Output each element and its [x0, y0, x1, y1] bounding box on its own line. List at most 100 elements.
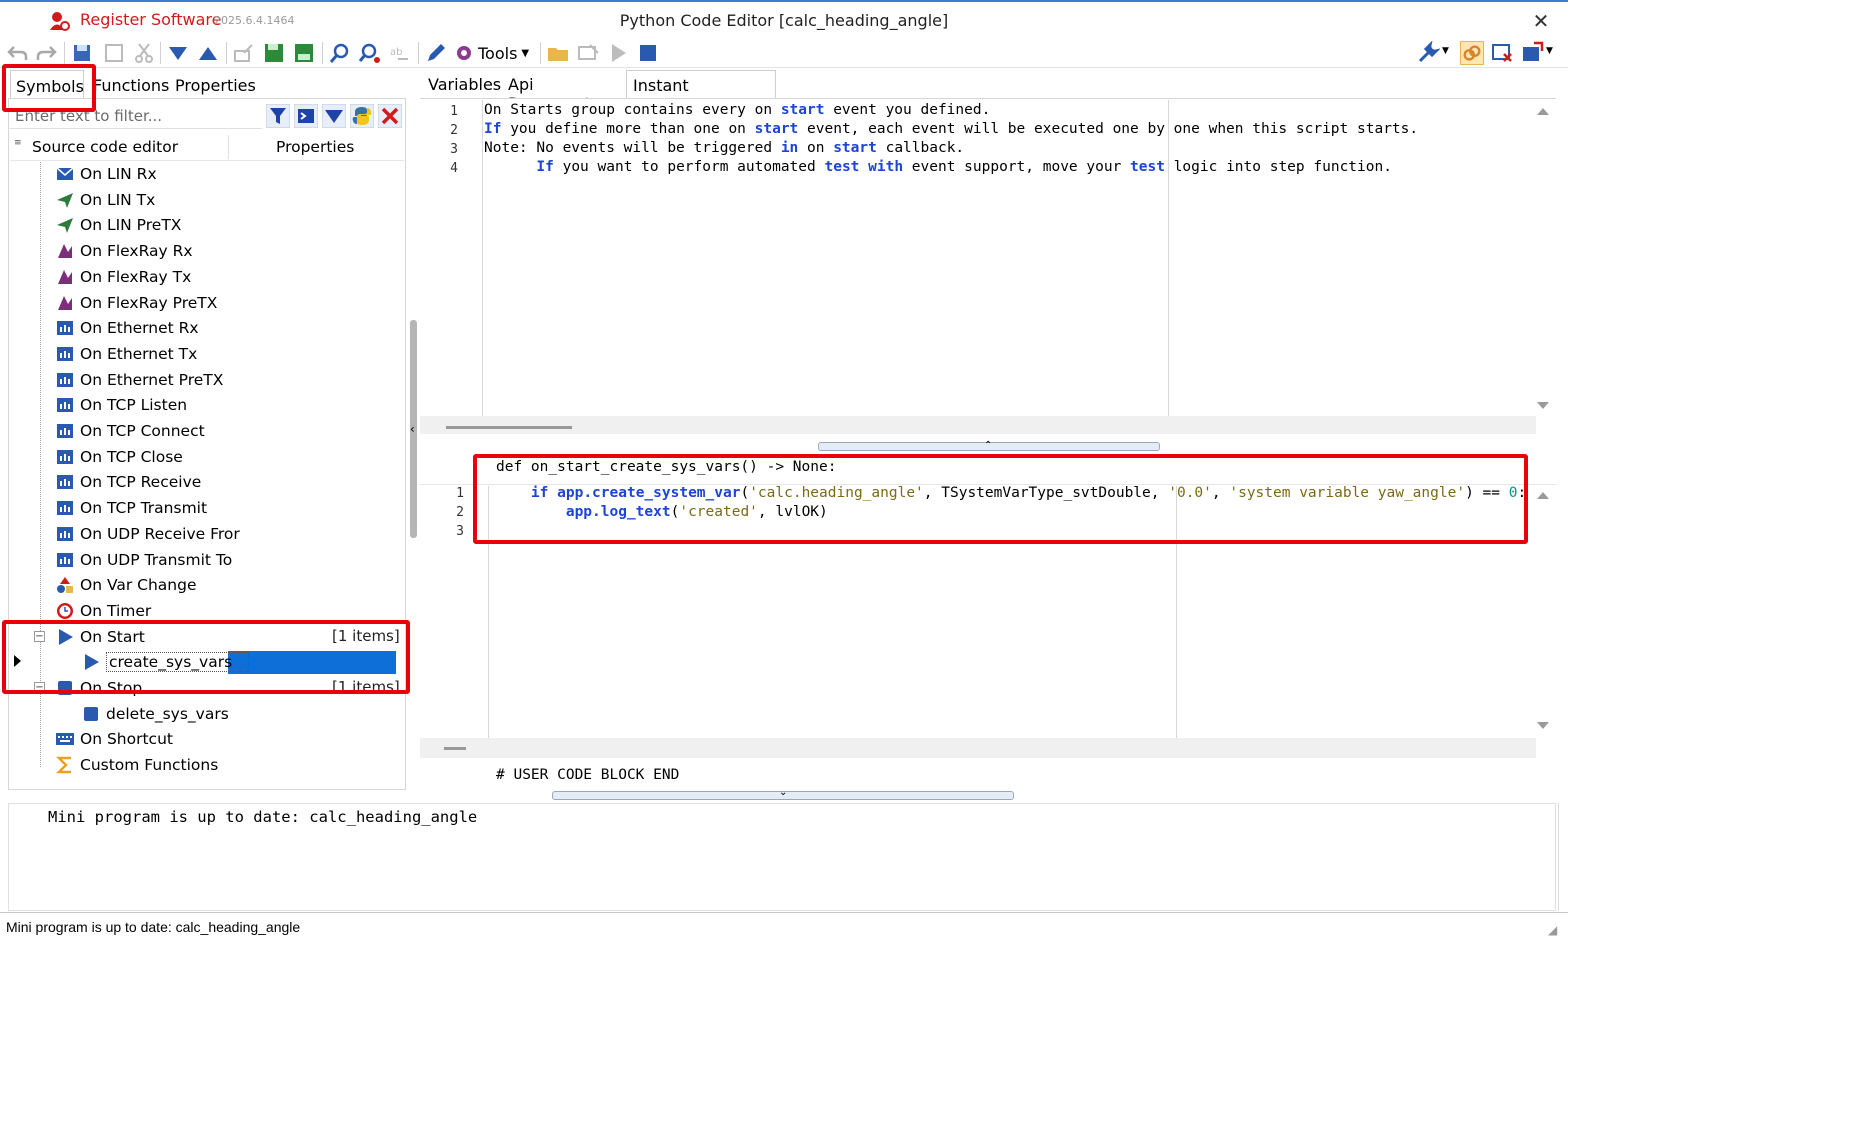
tree-item-label: On TCP Listen — [80, 396, 188, 414]
tree-item[interactable]: On Stop — [56, 676, 142, 700]
tree-item[interactable]: create_sys_vars — [82, 650, 250, 674]
tree-item[interactable]: On Var Change — [56, 573, 197, 597]
filter-icon[interactable] — [266, 104, 290, 128]
edit-icon[interactable] — [424, 41, 448, 65]
replace-icon[interactable]: ab — [388, 41, 412, 65]
tree-item[interactable]: On LIN PreTX — [56, 213, 181, 237]
ethernet-icon — [56, 345, 74, 363]
cut-icon[interactable] — [132, 41, 156, 65]
tree-item[interactable]: On Ethernet PreTX — [56, 368, 223, 392]
move-down-icon[interactable] — [166, 41, 190, 65]
undo-icon[interactable] — [6, 41, 30, 65]
output-scrollbar[interactable] — [1558, 803, 1566, 911]
python-code-editor[interactable] — [420, 484, 1556, 740]
tree-item[interactable]: On LIN Tx — [56, 188, 155, 212]
clear-icon[interactable] — [576, 41, 600, 65]
code-gutter: 1 2 3 — [420, 486, 488, 738]
chevron-down-icon[interactable]: ▼ — [1442, 46, 1449, 56]
ethernet-icon — [56, 525, 74, 543]
collapse-toggle-icon[interactable]: − — [34, 631, 45, 642]
collapse-toggle-icon[interactable]: − — [34, 682, 45, 693]
column-properties[interactable]: Properties — [276, 138, 354, 156]
tree-item[interactable]: On FlexRay Tx — [56, 265, 191, 289]
tools-menu[interactable]: Tools ▼ — [454, 41, 529, 65]
tree-item[interactable]: delete_sys_vars — [82, 702, 229, 726]
flexray-icon — [56, 294, 74, 312]
tree-item[interactable]: On TCP Transmit — [56, 496, 207, 520]
tree-item[interactable]: On Ethernet Rx — [56, 316, 199, 340]
window-close-icon[interactable] — [1490, 41, 1514, 65]
window-layout-icon[interactable] — [1520, 41, 1544, 65]
expand-all-icon[interactable] — [294, 104, 318, 128]
clear-filter-icon[interactable] — [378, 104, 402, 128]
tree-item[interactable]: On TCP Listen — [56, 393, 187, 417]
tree-item-label: On FlexRay PreTX — [80, 294, 218, 312]
tree-item[interactable]: On TCP Connect — [56, 419, 205, 443]
gear-icon — [457, 46, 471, 60]
tree-item[interactable]: On TCP Close — [56, 445, 183, 469]
tree-item[interactable]: On Shortcut — [56, 727, 173, 751]
tree-item[interactable]: On UDP Receive Fror — [56, 522, 240, 546]
tree-item-label: On TCP Receive — [80, 473, 202, 491]
resize-grip-icon[interactable]: ◢ — [1548, 923, 1557, 937]
stop-icon — [82, 705, 100, 723]
tree-item[interactable]: On FlexRay PreTX — [56, 291, 217, 315]
save-all-icon[interactable] — [262, 41, 286, 65]
column-source-code-editor[interactable]: Source code editor — [32, 138, 178, 156]
save-as-icon[interactable] — [102, 41, 126, 65]
ethernet-icon — [56, 551, 74, 569]
tab-api-documents[interactable]: Api Documents — [502, 70, 624, 113]
redo-icon[interactable] — [34, 41, 58, 65]
tree-item-label: On Ethernet Rx — [80, 319, 199, 337]
tree-item-label: On UDP Receive Fror — [80, 525, 240, 543]
tree-item[interactable]: On FlexRay Rx — [56, 239, 193, 263]
search-icon[interactable] — [328, 41, 352, 65]
chevron-up-icon[interactable]: ⌃ — [984, 440, 992, 451]
find-replace-icon[interactable] — [358, 41, 382, 65]
shapes-icon — [56, 576, 74, 594]
export-icon[interactable] — [232, 41, 256, 65]
tab-functions[interactable]: Functions — [88, 70, 169, 98]
tree-item[interactable]: On TCP Receive — [56, 470, 201, 494]
tree-item-label: delete_sys_vars — [106, 705, 229, 723]
move-up-icon[interactable] — [196, 41, 220, 65]
tab-symbols[interactable]: Symbols — [10, 70, 84, 98]
code-horizontal-scrollbar[interactable] — [420, 738, 1536, 758]
code-vertical-scrollbar[interactable] — [1534, 486, 1552, 738]
tree-item[interactable]: Custom Functions — [55, 753, 218, 777]
output-message: Mini program is up to date: calc_heading… — [48, 808, 478, 826]
folder-icon[interactable] — [546, 41, 570, 65]
collapse-all-icon[interactable] — [322, 104, 346, 128]
tree-item-label: On Var Change — [80, 576, 197, 594]
close-button[interactable]: ✕ — [1530, 9, 1552, 33]
run-icon[interactable] — [606, 41, 630, 65]
save-copy-icon[interactable] — [292, 41, 316, 65]
chevron-down-icon[interactable]: ⌄ — [779, 787, 787, 798]
tab-instant-documents[interactable]: Instant Documents — [626, 70, 776, 114]
flexray-icon — [56, 268, 74, 286]
collapse-panel-icon[interactable]: ‹ — [410, 422, 415, 436]
tab-properties[interactable]: Properties — [170, 70, 256, 98]
python-icon[interactable] — [350, 104, 374, 128]
doc-horizontal-thumb[interactable] — [446, 426, 572, 429]
tree-item[interactable]: On Timer — [56, 599, 151, 623]
tree-item[interactable]: On UDP Transmit To — [56, 548, 232, 572]
link-icon[interactable] — [1460, 41, 1484, 65]
tree-item-label: On Stop — [80, 679, 143, 697]
stop-icon — [56, 679, 74, 697]
wrench-icon[interactable] — [1416, 41, 1440, 65]
tree-item[interactable]: On Ethernet Tx — [56, 342, 197, 366]
tree-item[interactable]: On Start — [56, 625, 145, 649]
tree-item[interactable]: On LIN Rx — [56, 162, 157, 186]
doc-vertical-scrollbar[interactable] — [1534, 100, 1552, 416]
code-horizontal-thumb[interactable] — [444, 747, 466, 750]
filter-input[interactable] — [10, 104, 262, 129]
doc-horizontal-scrollbar[interactable] — [420, 416, 1536, 434]
save-icon[interactable] — [70, 41, 94, 65]
tab-variables[interactable]: Variables — [422, 70, 501, 98]
envelope-icon — [56, 165, 74, 183]
chevron-down-icon[interactable]: ▼ — [1546, 46, 1553, 56]
line-number: 3 — [456, 524, 464, 539]
ethernet-icon — [56, 396, 74, 414]
stop-icon[interactable] — [636, 41, 660, 65]
